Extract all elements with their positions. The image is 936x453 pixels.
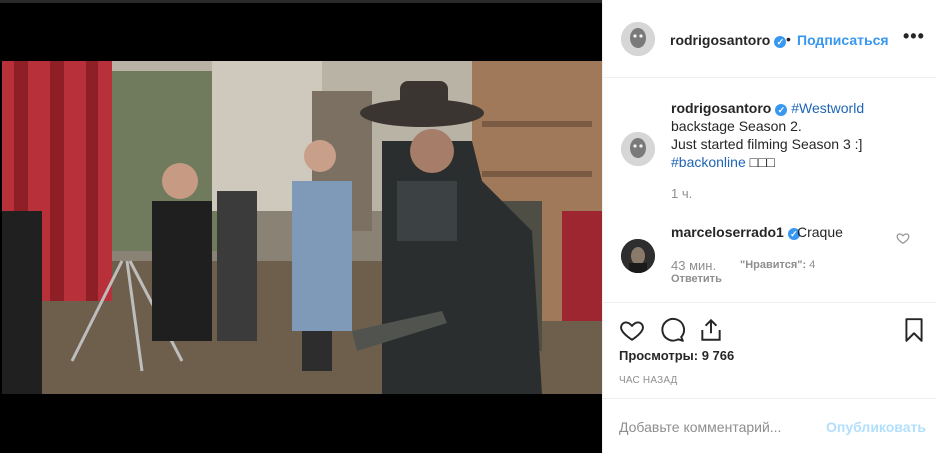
verified-badge-icon: ✓ bbox=[774, 36, 787, 48]
caption-line1: backstage Season 2. bbox=[671, 118, 802, 134]
comment-likes[interactable]: "Нравится": 4 bbox=[740, 259, 815, 271]
post-header: rodrigosantoro ✓ • Подписаться ••• bbox=[603, 0, 936, 78]
post-sidebar: rodrigosantoro ✓ • Подписаться ••• rodrig… bbox=[602, 0, 936, 453]
follow-button[interactable]: Подписаться bbox=[797, 32, 889, 48]
header-separator: • bbox=[786, 31, 791, 47]
commenter-avatar[interactable] bbox=[621, 239, 655, 273]
hashtag-backonline[interactable]: #backonline bbox=[671, 154, 746, 170]
video-frame[interactable] bbox=[2, 61, 602, 394]
comment-icon[interactable] bbox=[659, 317, 685, 343]
hashtag-westworld[interactable]: #Westworld bbox=[791, 100, 864, 116]
comment-heart-icon[interactable] bbox=[896, 231, 910, 245]
reply-button[interactable]: Ответить bbox=[671, 273, 722, 285]
publish-button[interactable]: Опубликовать bbox=[826, 419, 926, 435]
author-avatar[interactable] bbox=[621, 22, 655, 56]
caption-line2: Just started filming Season 3 :] bbox=[671, 136, 863, 152]
comment-input[interactable] bbox=[619, 417, 819, 437]
views-count[interactable]: Просмотры: 9 766 bbox=[619, 348, 734, 363]
caption-time[interactable]: 1 ч. bbox=[671, 186, 692, 201]
comment-username[interactable]: marceloserrado1 ✓ bbox=[671, 224, 800, 240]
post-caption: rodrigosantoro ✓ #Westworld backstage Sea… bbox=[671, 99, 921, 171]
add-comment-bar: Опубликовать bbox=[603, 398, 936, 453]
top-strip bbox=[0, 0, 602, 3]
more-options-icon[interactable]: ••• bbox=[903, 26, 925, 47]
verified-badge-icon: ✓ bbox=[775, 104, 788, 116]
post-video[interactable] bbox=[0, 0, 602, 453]
comment-time: 43 мин. bbox=[671, 258, 717, 273]
comment-text: Craque bbox=[797, 224, 843, 240]
author-username[interactable]: rodrigosantoro ✓ bbox=[670, 32, 787, 48]
caption-author-avatar[interactable] bbox=[621, 132, 655, 166]
post-timestamp[interactable]: ЧАС НАЗАД bbox=[619, 375, 678, 386]
share-icon[interactable] bbox=[698, 317, 724, 343]
caption-username[interactable]: rodrigosantoro bbox=[671, 100, 771, 116]
heart-icon[interactable] bbox=[619, 317, 645, 343]
video-still-illustration bbox=[2, 61, 602, 394]
bookmark-icon[interactable] bbox=[901, 317, 927, 343]
caption-emoji: □□□ bbox=[749, 154, 775, 170]
